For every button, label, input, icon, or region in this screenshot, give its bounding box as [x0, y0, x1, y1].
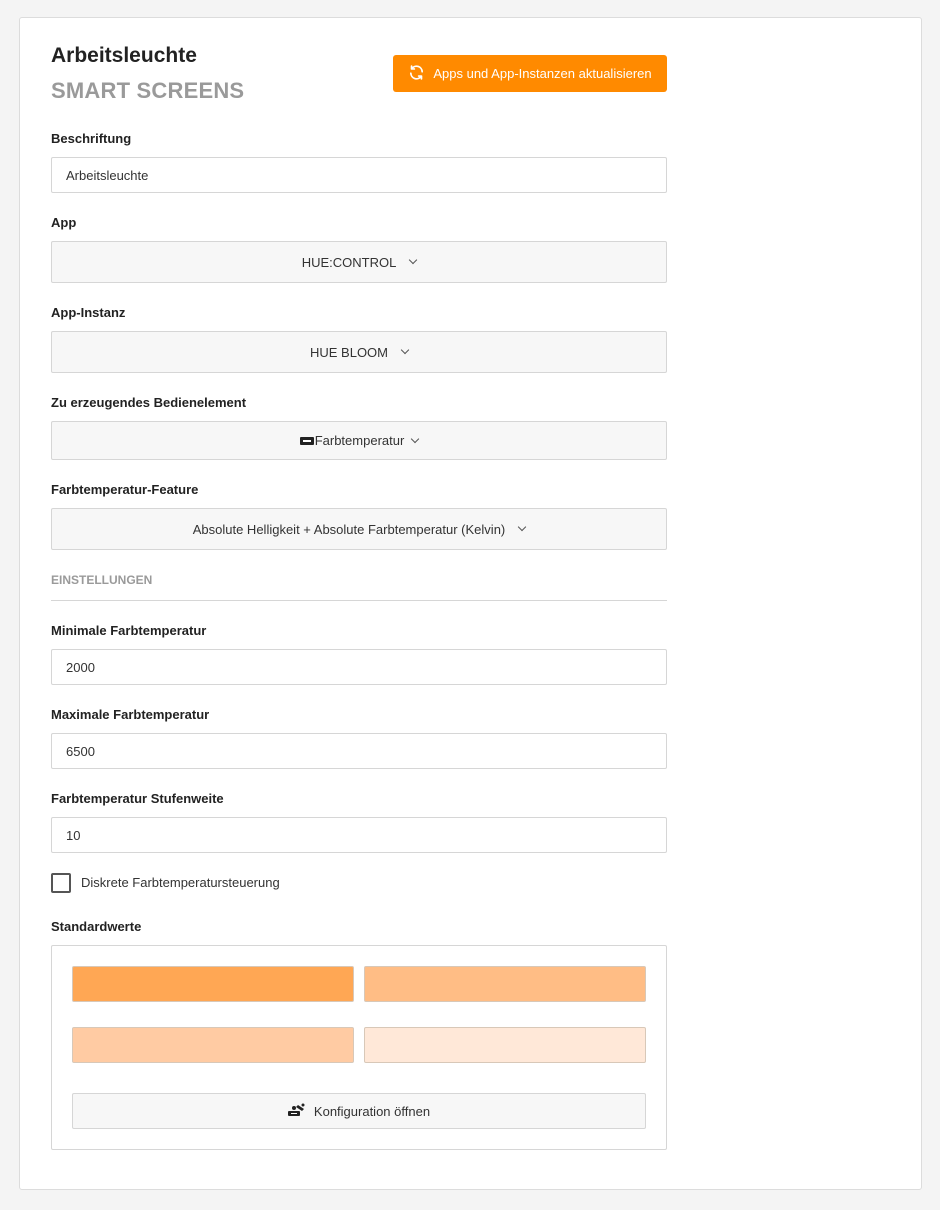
- chevron-down-icon: [400, 345, 410, 355]
- open-configuration-label: Konfiguration öffnen: [313, 1103, 431, 1119]
- chevron-down-icon: [411, 434, 420, 443]
- config-card: Arbeitsleuchte SMART SCREENS Apps und Ap…: [19, 17, 922, 1190]
- discrete-checkbox[interactable]: [51, 873, 71, 893]
- min-temp-label: Minimale Farbtemperatur: [51, 623, 207, 638]
- color-temp-feature-select[interactable]: Absolute Helligkeit + Absolute Farbtempe…: [51, 508, 667, 550]
- default-swatch-4[interactable]: [364, 1027, 646, 1063]
- settings-heading: EINSTELLUNGEN: [51, 573, 153, 587]
- caption-label: Beschriftung: [51, 131, 132, 146]
- refresh-icon: [408, 64, 425, 84]
- discrete-checkbox-label: Diskrete Farbtemperatursteuerung: [81, 875, 280, 890]
- app-instance-select-value: HUE BLOOM: [309, 344, 388, 360]
- defaults-label: Standardwerte: [51, 919, 142, 934]
- refresh-apps-label: Apps und App-Instanzen aktualisieren: [433, 66, 652, 81]
- page-subtitle: SMART SCREENS: [51, 78, 245, 103]
- configure-icon: [287, 1103, 306, 1120]
- control-slider-icon: [299, 436, 314, 445]
- step-input[interactable]: [51, 817, 667, 853]
- color-temp-feature-select-value: Absolute Helligkeit + Absolute Farbtempe…: [192, 521, 506, 537]
- open-configuration-button[interactable]: Konfiguration öffnen: [72, 1093, 646, 1129]
- chevron-down-icon: [409, 255, 418, 265]
- default-swatch-3[interactable]: [72, 1027, 354, 1063]
- page-title: Arbeitsleuchte: [51, 44, 197, 67]
- step-label: Farbtemperatur Stufenweite: [51, 791, 224, 806]
- min-temp-input[interactable]: [51, 649, 667, 685]
- app-label: App: [51, 215, 77, 230]
- max-temp-input[interactable]: [51, 733, 667, 769]
- control-element-select[interactable]: Farbtemperatur: [51, 421, 667, 460]
- settings-divider: [51, 600, 667, 601]
- refresh-apps-button[interactable]: Apps und App-Instanzen aktualisieren: [393, 55, 667, 92]
- max-temp-label: Maximale Farbtemperatur: [51, 707, 210, 722]
- caption-input[interactable]: [51, 157, 667, 193]
- app-instance-label: App-Instanz: [51, 305, 126, 320]
- control-element-label: Zu erzeugendes Bedienelement: [51, 395, 247, 410]
- color-temp-feature-label: Farbtemperatur-Feature: [51, 482, 199, 497]
- default-swatch-2[interactable]: [364, 966, 646, 1002]
- default-swatch-1[interactable]: [72, 966, 354, 1002]
- app-select-value: HUE:CONTROL: [301, 254, 397, 270]
- app-select[interactable]: HUE:CONTROL: [51, 241, 667, 283]
- app-instance-select[interactable]: HUE BLOOM: [51, 331, 667, 373]
- control-element-select-value: Farbtemperatur: [314, 433, 405, 448]
- defaults-panel: Konfiguration öffnen: [51, 945, 667, 1150]
- chevron-down-icon: [518, 522, 527, 532]
